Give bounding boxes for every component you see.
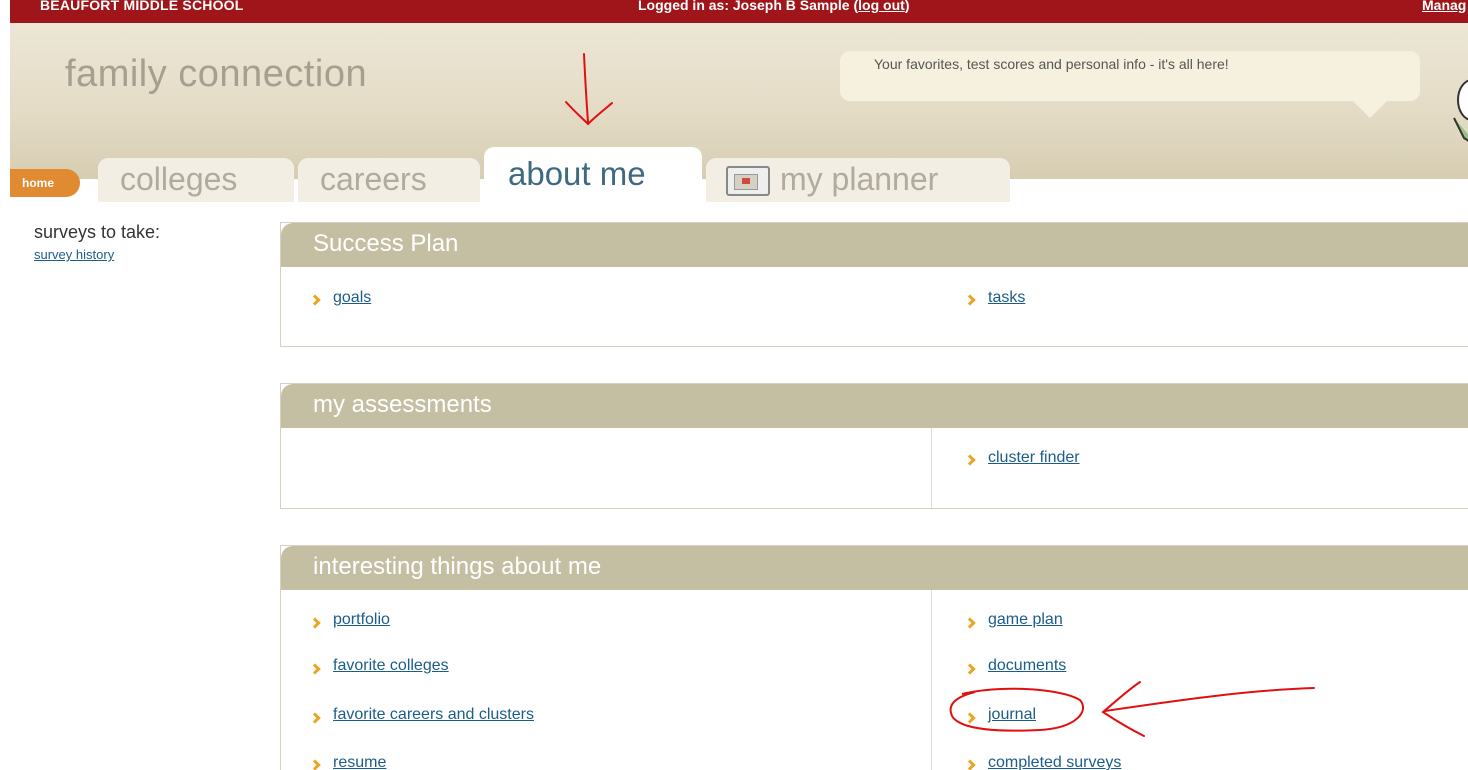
school-name: BEAUFORT MIDDLE SCHOOL: [40, 0, 244, 13]
chevron-right-icon: [309, 617, 321, 629]
panel-body: cluster finder: [281, 428, 1468, 510]
surveys-title: surveys to take:: [34, 222, 161, 242]
chevron-right-icon: [964, 294, 976, 306]
chevron-right-icon: [964, 454, 976, 466]
chevron-right-icon: [309, 759, 321, 770]
header: family connection Your favorites, test s…: [10, 23, 1468, 203]
cluster-finder-link[interactable]: cluster finder: [988, 449, 1080, 467]
tasks-link[interactable]: tasks: [988, 289, 1025, 307]
top-bar: BEAUFORT MIDDLE SCHOOL Logged in as: Jos…: [10, 0, 1468, 23]
chevron-right-icon: [309, 294, 321, 306]
completed-surveys-link[interactable]: completed surveys: [988, 754, 1121, 770]
logout-link[interactable]: log out: [858, 0, 905, 13]
tab-my-planner-label: my planner: [780, 161, 939, 197]
chevron-right-icon: [964, 712, 976, 724]
sidebar: surveys to take: survey history: [34, 222, 160, 262]
tab-my-planner[interactable]: my planner: [706, 158, 1010, 202]
login-status: Logged in as: Joseph B Sample (log out): [638, 0, 909, 13]
tab-home[interactable]: home: [10, 169, 80, 197]
chevron-right-icon: [964, 759, 976, 770]
game-plan-link[interactable]: game plan: [988, 611, 1063, 629]
brand-title: family connection: [65, 53, 368, 95]
panel-interesting-things: interesting things about me portfolio fa…: [280, 545, 1468, 770]
chevron-right-icon: [964, 617, 976, 629]
journal-link[interactable]: journal: [988, 706, 1036, 724]
resume-link[interactable]: resume: [333, 754, 386, 770]
favorite-colleges-link[interactable]: favorite colleges: [333, 657, 449, 675]
documents-link[interactable]: documents: [988, 657, 1066, 675]
goals-link[interactable]: goals: [333, 289, 371, 307]
speech-bubble-tail: [1350, 98, 1390, 118]
chevron-right-icon: [964, 663, 976, 675]
speech-bubble: Your favorites, test scores and personal…: [840, 51, 1420, 101]
panel-success-plan: Success Plan goals tasks: [280, 222, 1468, 347]
tab-about-me[interactable]: about me: [484, 147, 702, 203]
favorite-careers-link[interactable]: favorite careers and clusters: [333, 706, 534, 724]
panel-title: Success Plan: [281, 223, 1468, 267]
panel-body: portfolio favorite colleges favorite car…: [281, 590, 1468, 770]
manage-link[interactable]: Manag: [1422, 0, 1466, 13]
login-suffix: ): [904, 0, 910, 13]
mascot-icon: [1453, 79, 1468, 142]
panel-title: interesting things about me: [281, 546, 1468, 590]
planner-icon: [726, 166, 770, 196]
tab-colleges[interactable]: colleges: [98, 158, 294, 202]
tab-careers[interactable]: careers: [298, 158, 480, 202]
portfolio-link[interactable]: portfolio: [333, 611, 390, 629]
survey-history-link[interactable]: survey history: [34, 247, 160, 262]
column-divider: [931, 428, 932, 510]
chevron-right-icon: [309, 712, 321, 724]
panel-title: my assessments: [281, 384, 1468, 428]
login-prefix: Logged in as: Joseph B Sample (: [638, 0, 859, 13]
chevron-right-icon: [309, 663, 321, 675]
column-divider: [931, 590, 932, 770]
panel-my-assessments: my assessments cluster finder: [280, 383, 1468, 510]
